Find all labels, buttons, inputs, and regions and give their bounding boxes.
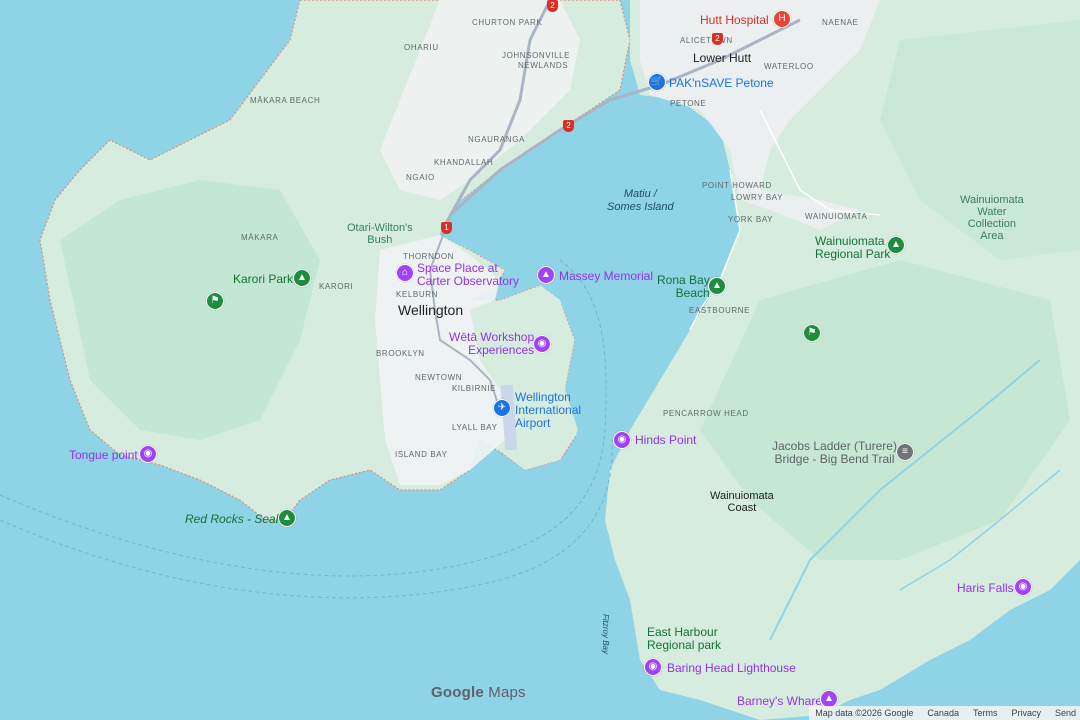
route-shield-2: 2 <box>563 120 574 132</box>
label-otari-bush: Otari-Wilton's Bush <box>347 222 413 246</box>
label-newtown: NEWTOWN <box>415 373 463 382</box>
region-link[interactable]: Canada <box>927 708 959 718</box>
camera-icon[interactable]: ◉ <box>533 335 551 353</box>
label-ngaio: NGAIO <box>406 173 435 182</box>
label-wellington: Wellington <box>398 302 464 318</box>
camera-icon[interactable]: ◉ <box>613 431 631 449</box>
poi-label-wainuiomata-regional-park[interactable]: Wainuiomata Regional Park <box>815 235 890 261</box>
label-island-bay: ISLAND BAY <box>395 450 448 459</box>
label-eastbourne: EASTBOURNE <box>689 306 751 315</box>
hospital-icon[interactable]: H <box>773 10 791 28</box>
poi-label-haris-falls[interactable]: Haris Falls <box>957 582 1014 595</box>
label-fitzroy-bay: Fitzroy Bay <box>601 614 610 655</box>
label-alicetown: ALICETOWN <box>680 36 733 45</box>
monument-icon[interactable]: ▲ <box>537 266 555 284</box>
route-shield-1: 1 <box>441 222 452 234</box>
bridge-icon[interactable]: ≡ <box>896 443 914 461</box>
label-churton-park: CHURTON PARK <box>472 18 543 27</box>
route-shield-2: 2 <box>547 0 558 12</box>
map-canvas[interactable] <box>0 0 1080 720</box>
label-waterloo: WATERLOO <box>764 62 814 71</box>
poi-label-space-place[interactable]: Space Place at Carter Observatory <box>417 262 519 288</box>
label-thorndon: THORNDON <box>403 252 455 261</box>
label-khandallah: KHANDALLAH <box>434 158 494 167</box>
museum-icon[interactable]: ⌂ <box>396 264 414 282</box>
privacy-link[interactable]: Privacy <box>1011 708 1041 718</box>
poi-label-red-rocks[interactable]: Red Rocks - Seals <box>185 513 284 526</box>
poi-label-east-harbour[interactable]: East Harbour Regional park <box>647 626 721 652</box>
camera-icon[interactable]: ◉ <box>139 445 157 463</box>
label-newlands: NEWLANDS <box>518 61 569 70</box>
google-maps-logo: Google Maps <box>431 684 526 701</box>
map-data-attribution: Map data ©2026 Google <box>815 708 914 718</box>
shopping-cart-icon[interactable]: 🛒 <box>648 73 666 91</box>
label-ohariu: OHARIU <box>404 43 439 52</box>
label-lyall-bay: LYALL BAY <box>452 423 498 432</box>
attribution-bar: Map data ©2026 Google Canada Terms Priva… <box>809 706 1080 720</box>
label-johnsonville: JOHNSONVILLE <box>502 51 571 60</box>
label-kelburn: KELBURN <box>396 290 438 299</box>
poi-label-hinds-point[interactable]: Hinds Point <box>635 434 696 447</box>
label-pencarrow-head: PENCARROW HEAD <box>663 409 749 418</box>
tree-icon[interactable]: ▲ <box>278 509 296 527</box>
tree-icon[interactable]: ▲ <box>293 269 311 287</box>
tree-icon[interactable]: ▲ <box>887 236 905 254</box>
camera-icon[interactable]: ◉ <box>1014 578 1032 596</box>
label-lowry-bay: LOWRY BAY <box>731 193 784 202</box>
poi-label-karori-park[interactable]: Karori Park <box>233 273 293 286</box>
airport-icon[interactable]: ✈ <box>493 399 511 417</box>
poi-label-weta-workshop[interactable]: Wētā Workshop Experiences <box>449 331 534 357</box>
poi-label-massey-memorial[interactable]: Massey Memorial <box>559 270 653 283</box>
label-karori: KARORI <box>319 282 354 291</box>
poi-label-paknsave[interactable]: PAK'nSAVE Petone <box>669 77 774 90</box>
label-brooklyn: BROOKLYN <box>376 349 425 358</box>
poi-label-rona-bay-beach[interactable]: Rona Bay Beach <box>657 274 710 300</box>
poi-label-hutt-hospital[interactable]: Hutt Hospital <box>700 13 769 27</box>
label-matiu-somes-island: Matiu / Somes Island <box>607 188 674 213</box>
label-kilbirnie: KILBIRNIE <box>452 384 497 393</box>
label-makara-beach: MĀKARA BEACH <box>250 96 321 105</box>
label-wainuiomata-coast: Wainuiomata Coast <box>710 490 774 514</box>
camera-icon[interactable]: ◉ <box>644 658 662 676</box>
terms-link[interactable]: Terms <box>973 708 998 718</box>
label-york-bay: YORK BAY <box>728 215 774 224</box>
poi-label-jacobs-ladder[interactable]: Jacobs Ladder (Turere) Bridge - Big Bend … <box>772 440 897 466</box>
send-feedback-link[interactable]: Send <box>1055 708 1076 718</box>
golf-icon[interactable]: ⚑ <box>803 324 821 342</box>
label-lower-hutt: Lower Hutt <box>693 51 752 65</box>
label-ngauranga: NGAURANGA <box>468 135 525 144</box>
label-water-collection-area: Wainuiomata Water Collection Area <box>960 194 1024 242</box>
golf-icon[interactable]: ⚑ <box>206 292 224 310</box>
poi-label-airport[interactable]: Wellington International Airport <box>515 391 581 430</box>
label-naenae: NAENAE <box>822 18 859 27</box>
tree-icon[interactable]: ▲ <box>708 277 726 295</box>
label-wainuiomata-suburb: WAINUIOMATA <box>805 212 868 221</box>
label-makara: MĀKARA <box>241 233 279 242</box>
route-shield-2: 2 <box>712 33 723 45</box>
poi-label-tongue-point[interactable]: Tongue point <box>69 449 138 462</box>
label-petone: PETONE <box>670 99 707 108</box>
label-point-howard: POINT HOWARD <box>702 181 772 190</box>
poi-label-baring-head[interactable]: Baring Head Lighthouse <box>667 662 796 675</box>
